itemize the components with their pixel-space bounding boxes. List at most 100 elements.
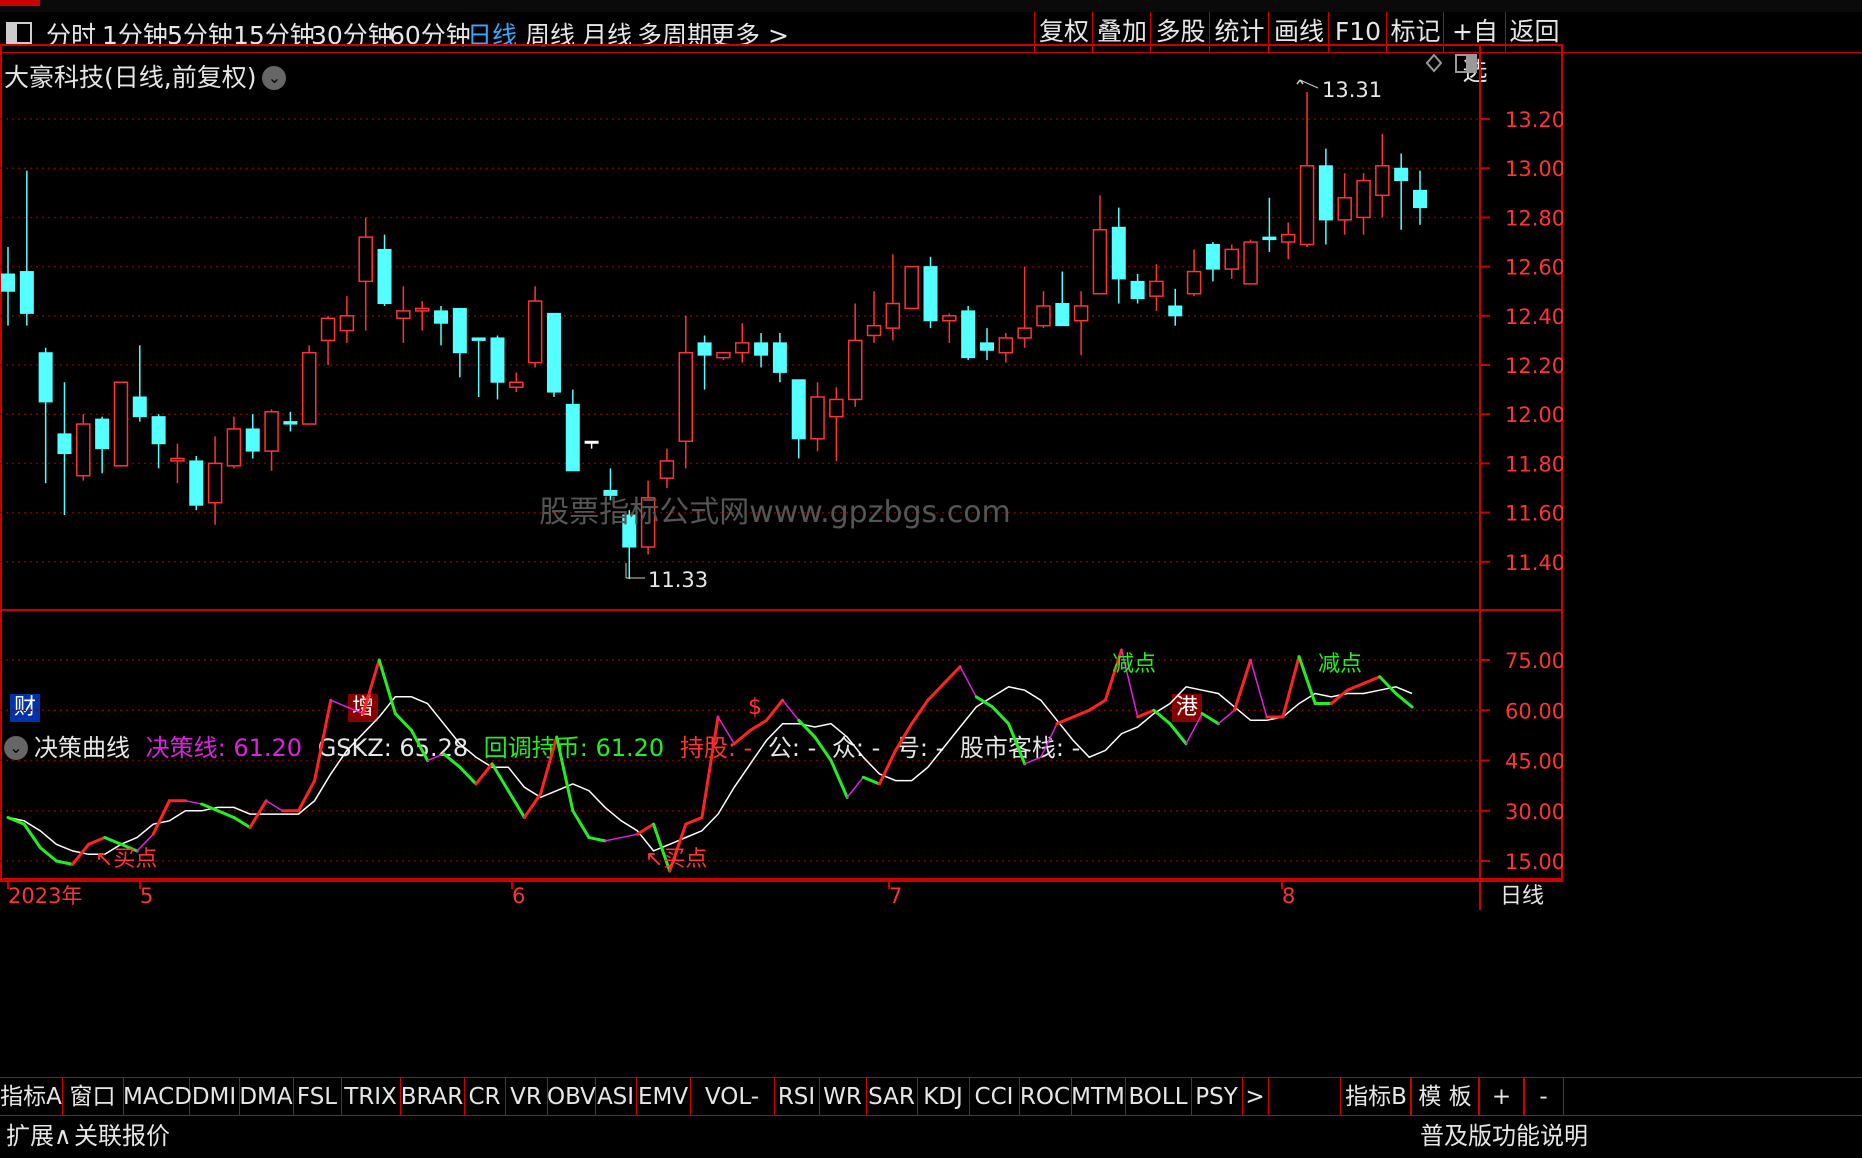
indicator-tab-roc[interactable]: ROC <box>1019 1078 1072 1116</box>
indicator-tab-cr[interactable]: CR <box>464 1078 506 1116</box>
indicator-tab-voltdx[interactable]: VOL-TDX <box>690 1078 775 1148</box>
indicator-tab-dmi[interactable]: DMI <box>189 1078 240 1116</box>
price-tick-label: 11.40 <box>1505 551 1563 575</box>
date-label-jun: 6 <box>512 884 525 908</box>
candle <box>866 291 882 343</box>
decision-line-segment <box>781 699 800 722</box>
decision-line-segment <box>910 698 930 726</box>
price-tick-label: 12.40 <box>1505 305 1563 329</box>
help-link[interactable]: 普及版功能说明 <box>1420 1116 1588 1156</box>
candle <box>1375 133 1390 218</box>
decision-line-segment <box>1232 658 1253 712</box>
decision-line-segment <box>377 658 397 716</box>
decision-line-segment <box>522 792 543 819</box>
candle <box>659 448 675 488</box>
candle <box>1168 288 1183 326</box>
price-tick-label: 12.80 <box>1505 206 1563 230</box>
indicator-tab-wr[interactable]: WR <box>819 1078 867 1116</box>
indicator-b-tab[interactable]: 指标B <box>1340 1078 1412 1116</box>
candle <box>509 372 524 393</box>
candle <box>113 381 129 467</box>
decision-line-segment <box>539 735 559 796</box>
candle <box>584 440 599 449</box>
decision-line-segment <box>717 716 735 745</box>
indicator-tabbar: 指标A 窗口 MACD DMI DMA FSL TRIX BRAR CR VR OBV ASI EMV V… <box>0 1077 1862 1148</box>
indicator-tab-dma[interactable]: DMA <box>239 1078 294 1116</box>
decision-line-segment <box>732 728 752 746</box>
candle <box>923 256 938 329</box>
candlestick-chart[interactable]: 13.20 13.00 12.80 12.60 12.40 12.20 12.00 11.80… <box>0 44 1563 611</box>
candle <box>301 345 317 425</box>
candle <box>38 347 53 484</box>
candle <box>1092 195 1108 295</box>
decision-line-segment <box>216 809 236 819</box>
decision-line-segment <box>54 859 75 866</box>
remove-pane-button[interactable]: - <box>1523 1078 1564 1116</box>
indicator-tab-mtm[interactable]: MTM <box>1071 1078 1126 1116</box>
indicator-tab-fsl[interactable]: FSL <box>293 1078 342 1116</box>
candle <box>245 414 260 459</box>
indicator-tab-asi[interactable]: ASI <box>595 1078 637 1116</box>
indicator-tab-vr[interactable]: VR <box>505 1078 548 1116</box>
candle <box>1243 239 1258 285</box>
indicator-tick-label: 15.00 <box>1505 850 1563 874</box>
sidebar-toggle-icon[interactable] <box>4 20 34 46</box>
decision-line-segment <box>87 836 107 846</box>
date-axis: 2023年 5 6 7 8 日线 <box>0 880 1563 910</box>
decision-line-segment <box>829 759 849 799</box>
indicator-a-tab[interactable]: 指标A <box>0 1078 63 1116</box>
candle <box>1130 274 1145 304</box>
price-tick-label: 11.60 <box>1505 502 1563 526</box>
status-bar: 扩展∧ 关联报价 普及版功能说明 <box>0 1115 1862 1158</box>
indicator-tab-boll[interactable]: BOLL <box>1125 1078 1192 1116</box>
decision-line-segment <box>1152 708 1172 726</box>
indicator-tab-emv[interactable]: EMV <box>636 1078 691 1116</box>
decision-line-segment <box>265 799 284 812</box>
price-tick-label: 13.00 <box>1505 157 1563 181</box>
candle <box>189 456 204 511</box>
candle <box>942 313 957 343</box>
decision-line-segment <box>361 658 381 716</box>
decision-line-segment <box>846 776 865 799</box>
candle <box>377 234 392 306</box>
indicator-tab-obv[interactable]: OBV <box>547 1078 596 1116</box>
indicator-tab-psy[interactable]: PSY <box>1191 1078 1243 1116</box>
decision-line-segment <box>103 836 123 846</box>
window-tab[interactable]: 窗口 <box>62 1078 124 1116</box>
high-price-label: 13.31 <box>1322 78 1382 102</box>
more-tabs-arrow[interactable]: > <box>1242 1078 1269 1116</box>
template-tab[interactable]: 模 板 <box>1410 1078 1480 1116</box>
candle <box>1111 207 1126 304</box>
decision-line-segment <box>1185 712 1203 745</box>
candle <box>1149 264 1164 311</box>
decision-line-segment <box>942 665 962 685</box>
indicator-tab-sar[interactable]: SAR <box>866 1078 918 1116</box>
indicator-tab-brar[interactable]: BRAR <box>400 1078 465 1116</box>
candle <box>734 323 750 363</box>
add-pane-button[interactable]: + <box>1478 1078 1525 1116</box>
candle <box>829 387 844 461</box>
date-label-year: 2023年 <box>8 884 82 908</box>
indicator-tab-cci[interactable]: CCI <box>969 1078 1020 1116</box>
indicator-tab-trix[interactable]: TRIX <box>341 1078 401 1116</box>
decision-line-segment <box>506 789 526 819</box>
candle <box>1318 148 1333 245</box>
candle <box>132 345 147 422</box>
date-label-aug: 8 <box>1282 884 1295 908</box>
indicator-tab-kdj[interactable]: KDJ <box>917 1078 970 1116</box>
decision-line-segment <box>1297 655 1317 706</box>
low-price-label: 11.33 <box>648 568 708 592</box>
indicator-tab-rsi[interactable]: RSI <box>774 1078 820 1116</box>
decision-line-segment <box>700 715 720 819</box>
candle <box>979 328 994 361</box>
candle <box>678 315 694 469</box>
candle <box>1017 266 1032 348</box>
related-quotes-button[interactable]: 关联报价 <box>74 1116 170 1156</box>
decision-line-segment <box>1071 708 1091 719</box>
candle <box>1262 197 1277 252</box>
expand-button[interactable]: 扩展∧ <box>6 1116 72 1156</box>
indicator-chart[interactable]: 75.00 60.00 45.00 30.00 15.00 ↖买点 ↖买点 减点 减点 <box>0 609 1563 880</box>
indicator-tab-macd[interactable]: MACD <box>123 1078 192 1116</box>
candle <box>434 305 449 346</box>
decision-line-segment <box>1394 692 1414 709</box>
